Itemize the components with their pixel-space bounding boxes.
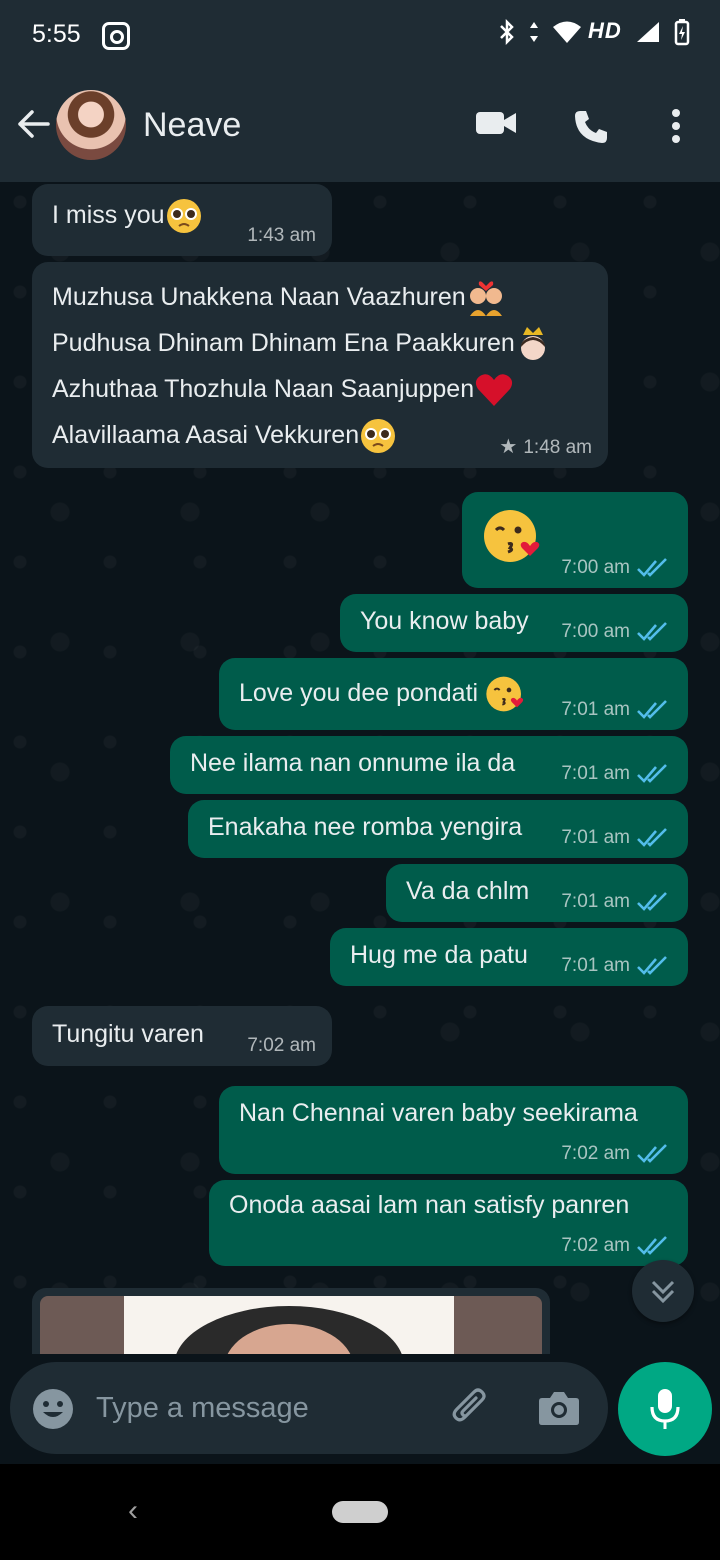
image-thumbnail[interactable] xyxy=(40,1296,542,1354)
battery-icon xyxy=(674,19,690,46)
message-outgoing[interactable]: Hug me da patu 7:01 am xyxy=(330,928,688,986)
read-receipt-icon xyxy=(637,956,667,975)
message-text: Nan Chennai varen baby seekirama xyxy=(239,1099,638,1127)
message-time: 7:00 am xyxy=(561,557,630,578)
scroll-to-bottom-button[interactable] xyxy=(632,1260,694,1322)
message-text: You know baby xyxy=(360,607,529,635)
message-text: I miss you xyxy=(52,201,165,229)
more-options-icon[interactable] xyxy=(668,108,684,144)
message-incoming[interactable]: Tungitu varen 7:02 am xyxy=(32,1006,332,1066)
message-time: 7:01 am xyxy=(561,827,630,848)
message-outgoing[interactable]: Love you dee pondati 7:01 am xyxy=(219,658,688,730)
message-text: Love you dee pondati xyxy=(239,679,479,707)
read-receipt-icon xyxy=(637,1236,667,1255)
data-arrows-icon xyxy=(529,22,538,43)
message-time: 7:02 am xyxy=(247,1035,316,1056)
signal-icon xyxy=(636,22,659,43)
chevron-down-icon xyxy=(651,1280,675,1304)
avatar[interactable] xyxy=(56,90,126,160)
starred-icon: ★ xyxy=(499,436,518,458)
red-heart-emoji xyxy=(476,374,513,407)
mic-icon xyxy=(650,1389,680,1429)
input-bar: Type a message xyxy=(0,1354,720,1464)
message-outgoing[interactable]: Nan Chennai varen baby seekirama 7:02 am xyxy=(219,1086,688,1174)
message-time: 7:02 am xyxy=(561,1143,630,1164)
status-time: 5:55 xyxy=(32,20,81,48)
bluetooth-icon xyxy=(499,19,514,46)
voice-call-icon[interactable] xyxy=(572,108,610,146)
wifi-icon xyxy=(552,21,581,44)
read-receipt-icon xyxy=(637,1144,667,1163)
message-text: Azhuthaa Thozhula Naan Saanjuppen xyxy=(52,375,475,403)
status-bar: 5:55 HD xyxy=(0,0,720,70)
message-line: Muzhusa Unakkena Naan Vaazhuren xyxy=(52,274,588,320)
read-receipt-icon xyxy=(637,622,667,641)
message-text: Muzhusa Unakkena Naan Vaazhuren xyxy=(52,283,466,311)
nav-home-pill[interactable] xyxy=(332,1501,388,1523)
back-arrow-icon[interactable] xyxy=(14,104,54,144)
video-call-icon[interactable] xyxy=(474,108,518,138)
pleading-face-emoji xyxy=(166,199,201,234)
message-outgoing[interactable]: Onoda aasai lam nan satisfy panren 7:02 … xyxy=(209,1180,688,1266)
chat-area[interactable]: I miss you 1:43 am Muzhusa Unakkena Naan… xyxy=(0,182,720,1354)
instagram-icon xyxy=(102,22,130,50)
message-input-placeholder: Type a message xyxy=(96,1392,309,1424)
message-time: 1:43 am xyxy=(247,225,316,246)
couple-with-heart-emoji xyxy=(469,281,502,317)
message-text: Alavillaama Aasai Vekkuren xyxy=(52,421,360,449)
message-outgoing[interactable]: Va da chlm 7:01 am xyxy=(386,864,688,922)
message-text: Hug me da patu xyxy=(350,941,528,969)
chat-header: Neave xyxy=(0,70,720,182)
contact-name[interactable]: Neave xyxy=(143,106,241,145)
message-text: Enakaha nee romba yengira xyxy=(208,813,523,841)
message-outgoing[interactable]: Enakaha nee romba yengira 7:01 am xyxy=(188,800,688,858)
face-blowing-kiss-emoji xyxy=(486,677,524,712)
message-time: ★ 1:48 am xyxy=(499,437,592,458)
message-outgoing[interactable]: You know baby 7:00 am xyxy=(340,594,688,652)
nav-back-icon[interactable]: ‹ xyxy=(128,1494,138,1528)
camera-icon[interactable] xyxy=(538,1388,580,1428)
mic-button[interactable] xyxy=(618,1362,712,1456)
read-receipt-icon xyxy=(637,828,667,847)
message-time: 7:02 am xyxy=(561,1235,630,1256)
read-receipt-icon xyxy=(637,700,667,719)
message-text: Tungitu varen xyxy=(52,1020,204,1048)
image-content xyxy=(124,1296,454,1354)
message-time: 7:01 am xyxy=(561,955,630,976)
message-outgoing[interactable]: 7:00 am xyxy=(462,492,688,588)
face-blowing-kiss-emoji xyxy=(484,510,540,562)
message-time: 7:01 am xyxy=(561,763,630,784)
navigation-bar: ‹ xyxy=(0,1464,720,1560)
message-incoming[interactable]: Muzhusa Unakkena Naan Vaazhuren Pudhusa … xyxy=(32,262,608,468)
message-time: 7:01 am xyxy=(561,891,630,912)
message-line: Pudhusa Dhinam Dhinam Ena Paakkuren xyxy=(52,320,588,366)
status-icons: HD xyxy=(493,18,690,46)
message-outgoing[interactable]: Nee ilama nan onnume ila da 7:01 am xyxy=(170,736,688,794)
message-time: 7:01 am xyxy=(561,699,630,720)
image-message[interactable] xyxy=(32,1288,550,1354)
message-text: Onoda aasai lam nan satisfy panren xyxy=(229,1191,630,1219)
network-label: HD xyxy=(587,18,622,43)
message-time: 7:00 am xyxy=(561,621,630,642)
message-line: Azhuthaa Thozhula Naan Saanjuppen xyxy=(52,366,588,412)
read-receipt-icon xyxy=(637,764,667,783)
attach-icon[interactable] xyxy=(450,1388,492,1430)
emoji-icon[interactable] xyxy=(32,1388,74,1430)
message-time-text: 1:48 am xyxy=(523,437,592,458)
message-input[interactable]: Type a message xyxy=(10,1362,608,1454)
message-incoming[interactable]: I miss you 1:43 am xyxy=(32,184,332,256)
message-text: Nee ilama nan onnume ila da xyxy=(190,749,516,777)
message-text: Pudhusa Dhinam Dhinam Ena Paakkuren xyxy=(52,329,515,357)
pleading-face-emoji xyxy=(361,419,396,454)
message-text: Va da chlm xyxy=(406,877,530,905)
read-receipt-icon xyxy=(637,558,667,577)
princess-emoji xyxy=(520,327,545,361)
read-receipt-icon xyxy=(637,892,667,911)
